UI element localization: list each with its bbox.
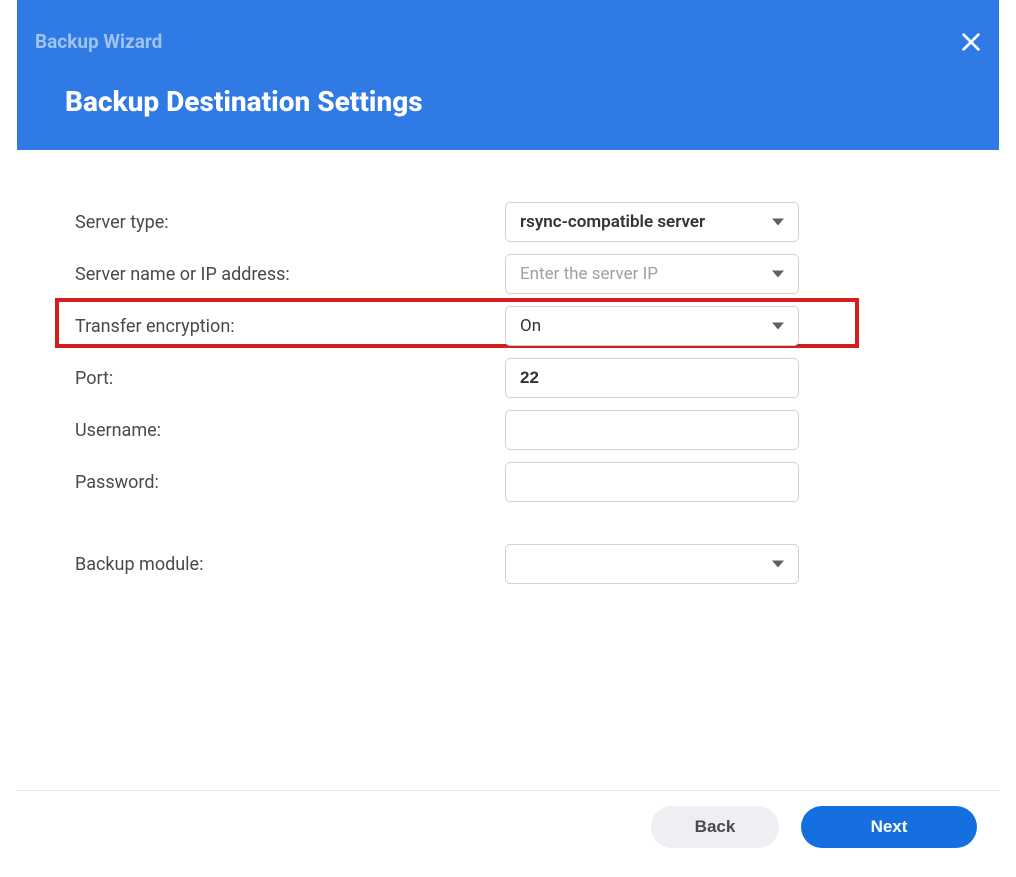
close-button[interactable]: [957, 28, 985, 56]
server-ip-placeholder: Enter the server IP: [520, 264, 786, 284]
port-input[interactable]: [505, 358, 799, 398]
username-label: Username:: [59, 420, 505, 441]
backup-wizard-dialog: Backup Wizard Backup Destination Setting…: [17, 0, 999, 862]
backup-module-select[interactable]: [505, 544, 799, 584]
wizard-title: Backup Wizard: [35, 30, 162, 53]
row-port: Port:: [59, 352, 849, 404]
server-type-value: rsync-compatible server: [520, 212, 786, 232]
transfer-encryption-select[interactable]: On: [505, 306, 799, 346]
transfer-encryption-label: Transfer encryption:: [59, 316, 505, 337]
server-type-select[interactable]: rsync-compatible server: [505, 202, 799, 242]
chevron-down-icon: [772, 219, 784, 226]
dialog-header: Backup Wizard Backup Destination Setting…: [17, 0, 999, 150]
chevron-down-icon: [772, 271, 784, 278]
chevron-down-icon: [772, 561, 784, 568]
dialog-footer: Back Next: [17, 790, 999, 862]
spacer: [59, 508, 849, 538]
form-area: Server type: rsync-compatible server Ser…: [59, 196, 849, 590]
back-button[interactable]: Back: [651, 806, 779, 848]
transfer-encryption-value: On: [520, 316, 786, 336]
next-button[interactable]: Next: [801, 806, 977, 848]
row-password: Password:: [59, 456, 849, 508]
page-title: Backup Destination Settings: [65, 85, 423, 118]
backup-module-label: Backup module:: [59, 554, 505, 575]
password-label: Password:: [59, 472, 505, 493]
row-server-ip: Server name or IP address: Enter the ser…: [59, 248, 849, 300]
chevron-down-icon: [772, 323, 784, 330]
row-username: Username:: [59, 404, 849, 456]
server-ip-label: Server name or IP address:: [59, 264, 505, 285]
row-backup-module: Backup module:: [59, 538, 849, 590]
row-server-type: Server type: rsync-compatible server: [59, 196, 849, 248]
row-transfer-encryption: Transfer encryption: On: [59, 300, 849, 352]
password-input[interactable]: [505, 462, 799, 502]
server-type-label: Server type:: [59, 212, 505, 233]
port-label: Port:: [59, 368, 505, 389]
close-icon: [960, 31, 982, 53]
server-ip-combobox[interactable]: Enter the server IP: [505, 254, 799, 294]
username-input[interactable]: [505, 410, 799, 450]
